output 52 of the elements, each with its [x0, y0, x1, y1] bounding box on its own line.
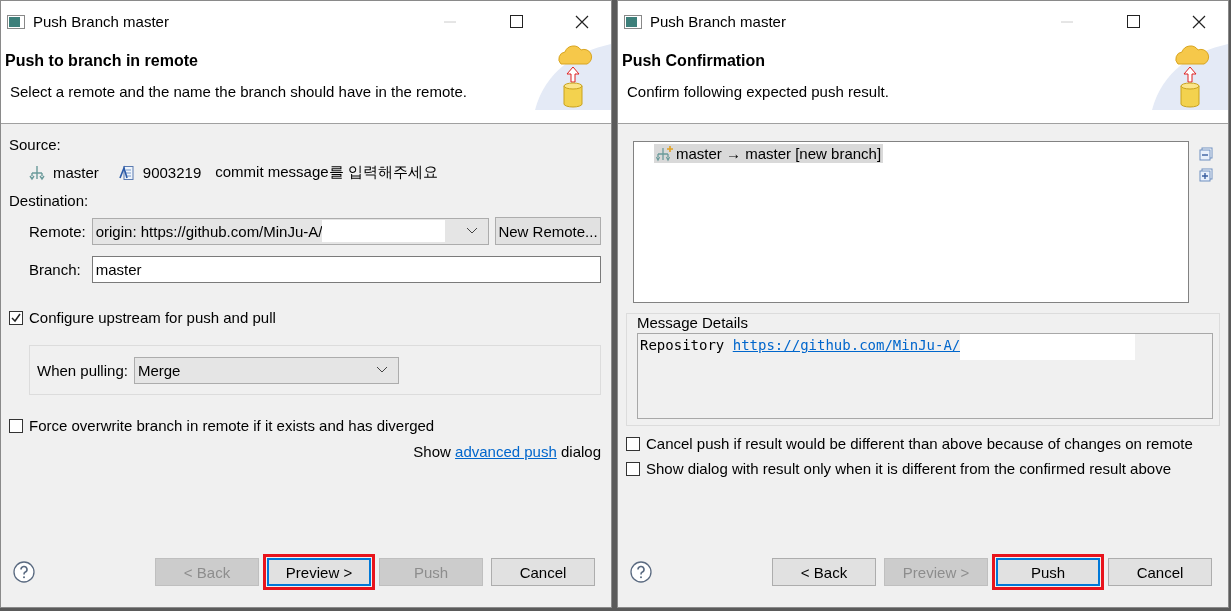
commit-message: commit message를 입력해주세요 — [215, 163, 438, 182]
remote-dropdown[interactable]: origin: https://github.com/MinJu-A/ — [91, 217, 489, 245]
field-label: Remote: — [29, 222, 86, 240]
checkbox-label[interactable]: Show dialog with result only when it is different from the confirmed result above — [646, 460, 1171, 477]
branch-name: master — [53, 164, 99, 181]
branch-input-field[interactable]: master — [91, 256, 601, 283]
repository-message: Repository https://github.com/MinJu-A/ — [640, 337, 961, 353]
caret-icon — [466, 227, 478, 235]
dialog-button[interactable]: < Back — [772, 558, 876, 586]
commit-id: 9003219 — [142, 164, 202, 181]
window-title: Push Branch master — [33, 13, 169, 30]
new-remote-button[interactable]: New Remote... — [495, 217, 601, 245]
checkbox-label[interactable]: Force overwrite branch in remote if it exists and has diverged — [29, 417, 435, 434]
dialog-button[interactable]: Cancel — [491, 558, 595, 586]
page-description: Select a remote and the name the branch should have in the remote. — [9, 83, 468, 100]
page-description: Confirm following expected push result. — [626, 83, 890, 100]
field-label: When pulling: — [37, 361, 128, 379]
collapse-all-icon[interactable] — [1199, 147, 1213, 161]
section-label: Destination: — [9, 192, 90, 209]
page-heading: Push Confirmation — [622, 52, 767, 70]
checkbox[interactable] — [626, 461, 640, 476]
close-icon[interactable] — [1192, 14, 1206, 29]
advanced-push-hint: Show advanced push dialog — [413, 443, 601, 460]
dialog-button[interactable]: Push — [996, 558, 1100, 586]
window-icon — [7, 14, 25, 29]
maximize-icon[interactable] — [509, 15, 523, 28]
checkbox[interactable] — [9, 310, 23, 325]
expand-all-icon[interactable] — [1199, 168, 1213, 182]
pull-mode-dropdown[interactable]: Merge — [133, 356, 399, 384]
advanced-push-link[interactable]: advanced push — [455, 443, 557, 460]
maximize-icon[interactable] — [1126, 15, 1140, 28]
result-item[interactable]: master → master [new branch] — [654, 144, 884, 163]
window-title: Push Branch master — [650, 13, 786, 30]
page-heading: Push to branch in remote — [5, 52, 199, 70]
checkbox[interactable] — [626, 436, 640, 451]
help-icon[interactable] — [630, 561, 652, 583]
checkbox[interactable] — [9, 418, 23, 433]
branch-icon — [29, 164, 45, 181]
caret-icon — [375, 366, 388, 374]
repository-link[interactable]: https://github.com/MinJu-A/ — [732, 337, 961, 353]
close-icon[interactable] — [575, 14, 589, 29]
window-icon — [624, 14, 642, 29]
dialog-button[interactable]: Preview > — [267, 558, 371, 586]
section-label: Source: — [9, 136, 62, 153]
help-icon[interactable] — [13, 561, 35, 583]
dialog-button[interactable]: Cancel — [1108, 558, 1212, 586]
commit-icon — [118, 164, 135, 181]
checkbox-label[interactable]: Configure upstream for push and pull — [29, 309, 276, 326]
branch-add-icon — [656, 145, 674, 162]
checkbox-label[interactable]: Cancel push if result would be different than above because of changes on remote — [646, 435, 1193, 452]
group-title: Message Details — [637, 313, 749, 333]
field-label: Branch: — [29, 261, 82, 278]
